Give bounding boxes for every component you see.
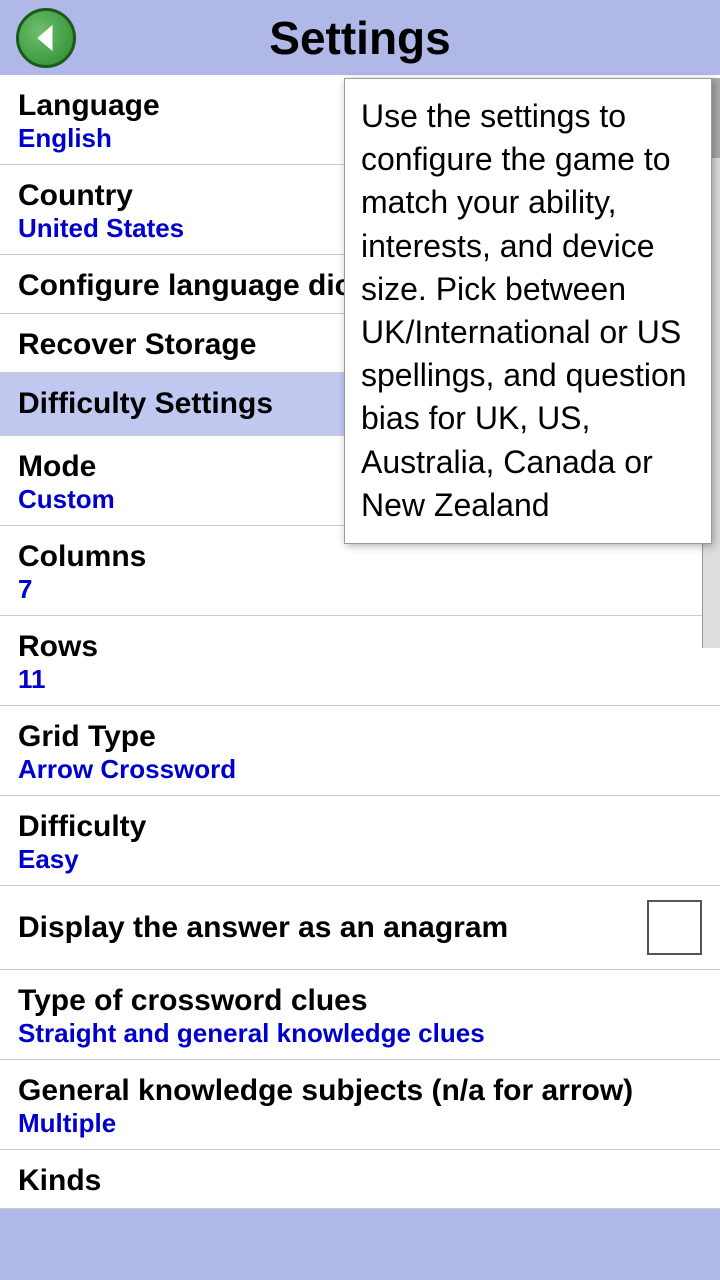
anagram-setting[interactable]: Display the answer as an anagram xyxy=(0,886,720,970)
back-button[interactable] xyxy=(16,8,76,68)
kinds-label: Kinds xyxy=(18,1164,702,1198)
difficulty-setting[interactable]: Difficulty Easy xyxy=(0,796,720,886)
general-knowledge-setting[interactable]: General knowledge subjects (n/a for arro… xyxy=(0,1060,720,1150)
anagram-checkbox[interactable] xyxy=(647,900,702,955)
page-title: Settings xyxy=(76,11,644,65)
clues-label: Type of crossword clues xyxy=(18,984,702,1018)
general-knowledge-label: General knowledge subjects (n/a for arro… xyxy=(18,1074,702,1108)
tooltip-text: Use the settings to configure the game t… xyxy=(361,95,695,527)
clues-value: Straight and general knowledge clues xyxy=(18,1018,702,1049)
anagram-label: Display the answer as an anagram xyxy=(18,911,647,945)
grid-type-label: Grid Type xyxy=(18,720,702,754)
tooltip-popup: Use the settings to configure the game t… xyxy=(344,78,712,544)
columns-value: 7 xyxy=(18,574,702,605)
rows-value: 11 xyxy=(18,664,702,695)
kinds-setting[interactable]: Kinds xyxy=(0,1150,720,1209)
general-knowledge-value: Multiple xyxy=(18,1108,702,1139)
rows-label: Rows xyxy=(18,630,702,664)
grid-type-value: Arrow Crossword xyxy=(18,754,702,785)
difficulty-label: Difficulty xyxy=(18,810,702,844)
clues-setting[interactable]: Type of crossword clues Straight and gen… xyxy=(0,970,720,1060)
difficulty-value: Easy xyxy=(18,844,702,875)
columns-label: Columns xyxy=(18,540,702,574)
rows-setting[interactable]: Rows 11 xyxy=(0,616,720,706)
header: Settings xyxy=(0,0,720,75)
grid-type-setting[interactable]: Grid Type Arrow Crossword xyxy=(0,706,720,796)
